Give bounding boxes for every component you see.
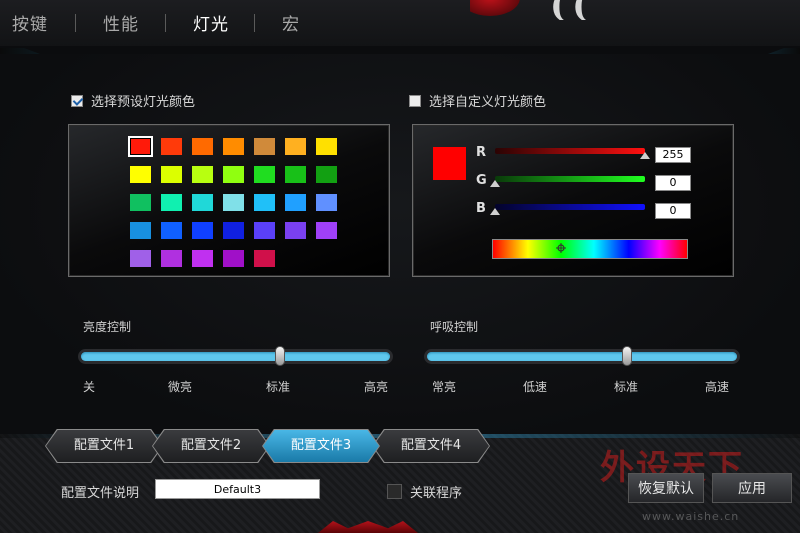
color-swatch[interactable] [254,194,275,211]
apply-button[interactable]: 应用 [712,473,792,503]
color-swatch[interactable] [223,250,244,267]
green-slider-thumb[interactable] [490,180,500,187]
color-swatch[interactable] [192,138,213,155]
color-swatch[interactable] [130,194,151,211]
blue-slider-thumb[interactable] [490,208,500,215]
top-navigation: 按键 性能 灯光 宏 (( ))BLOOD [0,0,800,46]
color-swatch[interactable] [223,138,244,155]
breathing-slider[interactable] [427,352,737,361]
color-swatch[interactable] [254,166,275,183]
color-swatch[interactable] [161,194,182,211]
breathing-tick: 低速 [523,380,548,394]
blue-value-field[interactable]: 0 [655,203,691,219]
color-swatch[interactable] [316,138,337,155]
brand-logo: (( ))BLOOD [470,0,800,20]
blue-channel-label: B [476,201,486,216]
tab-separator [165,14,166,32]
associate-program-label: 关联程序 [410,486,463,501]
associate-program-option[interactable]: 关联程序 [387,482,462,501]
color-swatch[interactable] [161,166,182,183]
tab-separator [254,14,255,32]
color-swatch[interactable] [254,222,275,239]
color-swatch[interactable] [223,222,244,239]
color-swatch[interactable] [223,194,244,211]
color-swatch[interactable] [192,222,213,239]
color-spectrum-picker[interactable] [492,239,688,259]
color-swatch[interactable] [223,166,244,183]
tab-macro[interactable]: 宏 [282,10,300,35]
profile-description-input[interactable]: Default3 [155,479,320,499]
profile-tab-2[interactable]: 配置文件2 [153,430,269,462]
custom-color-option[interactable]: 选择自定义灯光颜色 [409,91,546,110]
color-swatch[interactable] [285,166,306,183]
breathing-tick: 常亮 [432,380,457,394]
brightness-tick: 高亮 [364,380,389,394]
spectrum-crosshair-icon[interactable] [555,243,566,253]
color-swatch[interactable] [161,138,182,155]
red-slider-thumb[interactable] [640,152,650,159]
profile-tab-4[interactable]: 配置文件4 [373,430,489,462]
restore-default-button[interactable]: 恢复默认 [628,473,704,503]
red-channel-label: R [476,145,487,160]
tab-separator [75,14,76,32]
watermark-url: www.waishe.cn [642,510,740,523]
associate-program-checkbox[interactable] [387,484,402,499]
brightness-title: 亮度控制 [83,320,132,334]
brightness-tick: 标准 [266,380,291,394]
blue-channel-slider[interactable] [495,204,645,210]
color-swatch[interactable] [130,166,151,183]
preset-color-label: 选择预设灯光颜色 [91,95,196,110]
red-channel-slider[interactable] [495,148,645,154]
color-swatch[interactable] [128,136,153,157]
color-swatch[interactable] [192,166,213,183]
color-preview-swatch [433,147,466,180]
brightness-slider-thumb[interactable] [275,346,286,366]
preset-color-checkbox[interactable] [71,94,83,107]
breathing-title: 呼吸控制 [430,320,479,334]
breathing-tick: 高速 [705,380,730,394]
color-swatch[interactable] [285,138,306,155]
color-swatch[interactable] [254,138,275,155]
green-channel-label: G [476,173,487,188]
green-value-field[interactable]: 0 [655,175,691,191]
color-swatch[interactable] [285,194,306,211]
color-swatch[interactable] [161,222,182,239]
color-swatch[interactable] [192,250,213,267]
breathing-slider-thumb[interactable] [621,346,632,366]
color-swatch[interactable] [192,194,213,211]
tab-buttons[interactable]: 按键 [12,10,48,35]
mouse-logo-icon [470,0,520,16]
profile-tab-3[interactable]: 配置文件3 [263,430,379,462]
preset-color-option[interactable]: 选择预设灯光颜色 [71,91,195,110]
tab-lighting[interactable]: 灯光 [193,10,229,35]
profile-tab-1[interactable]: 配置文件1 [46,430,162,462]
color-swatch[interactable] [316,222,337,239]
color-swatch[interactable] [316,166,337,183]
bottom-brand-ornament [318,521,418,533]
breathing-tick: 标准 [614,380,639,394]
custom-color-label: 选择自定义灯光颜色 [429,95,547,110]
brightness-tick: 关 [83,380,96,394]
color-swatch[interactable] [254,250,275,267]
brightness-tick: 微亮 [168,380,193,394]
custom-color-panel: R 255 G 0 B 0 [412,124,734,277]
profile-description-label: 配置文件说明 [61,486,140,501]
color-swatch[interactable] [316,194,337,211]
color-swatch[interactable] [130,222,151,239]
green-channel-slider[interactable] [495,176,645,182]
red-value-field[interactable]: 255 [655,147,691,163]
preset-color-palette [68,124,390,277]
color-swatch[interactable] [161,250,182,267]
color-swatch[interactable] [285,222,306,239]
tab-performance[interactable]: 性能 [103,10,139,35]
color-swatch[interactable] [130,250,151,267]
brightness-slider[interactable] [81,352,390,361]
custom-color-checkbox[interactable] [409,94,421,107]
brand-logo-text: (( ))BLOOD [550,0,595,20]
